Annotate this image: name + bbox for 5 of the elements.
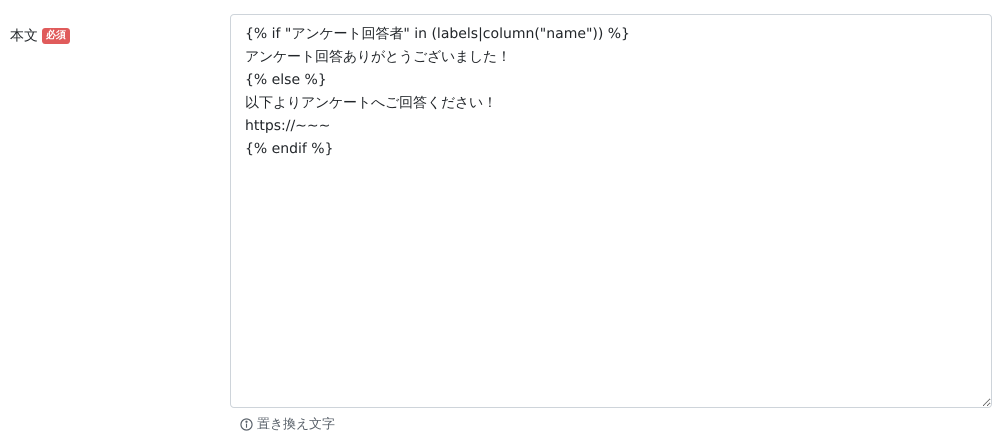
field-label: 本文 xyxy=(10,27,38,46)
info-icon xyxy=(240,418,253,432)
body-textarea[interactable]: {% if "アンケート回答者" in (labels|column("name")) %} アンケート回答ありがとうございました！ {% else %} 以下よりアンケートへご回答ください！ https://~~~ {% endif %} xyxy=(230,14,992,408)
placeholder-help-link[interactable]: 置き換え文字 xyxy=(240,415,335,434)
required-badge: 必須 xyxy=(42,28,70,44)
